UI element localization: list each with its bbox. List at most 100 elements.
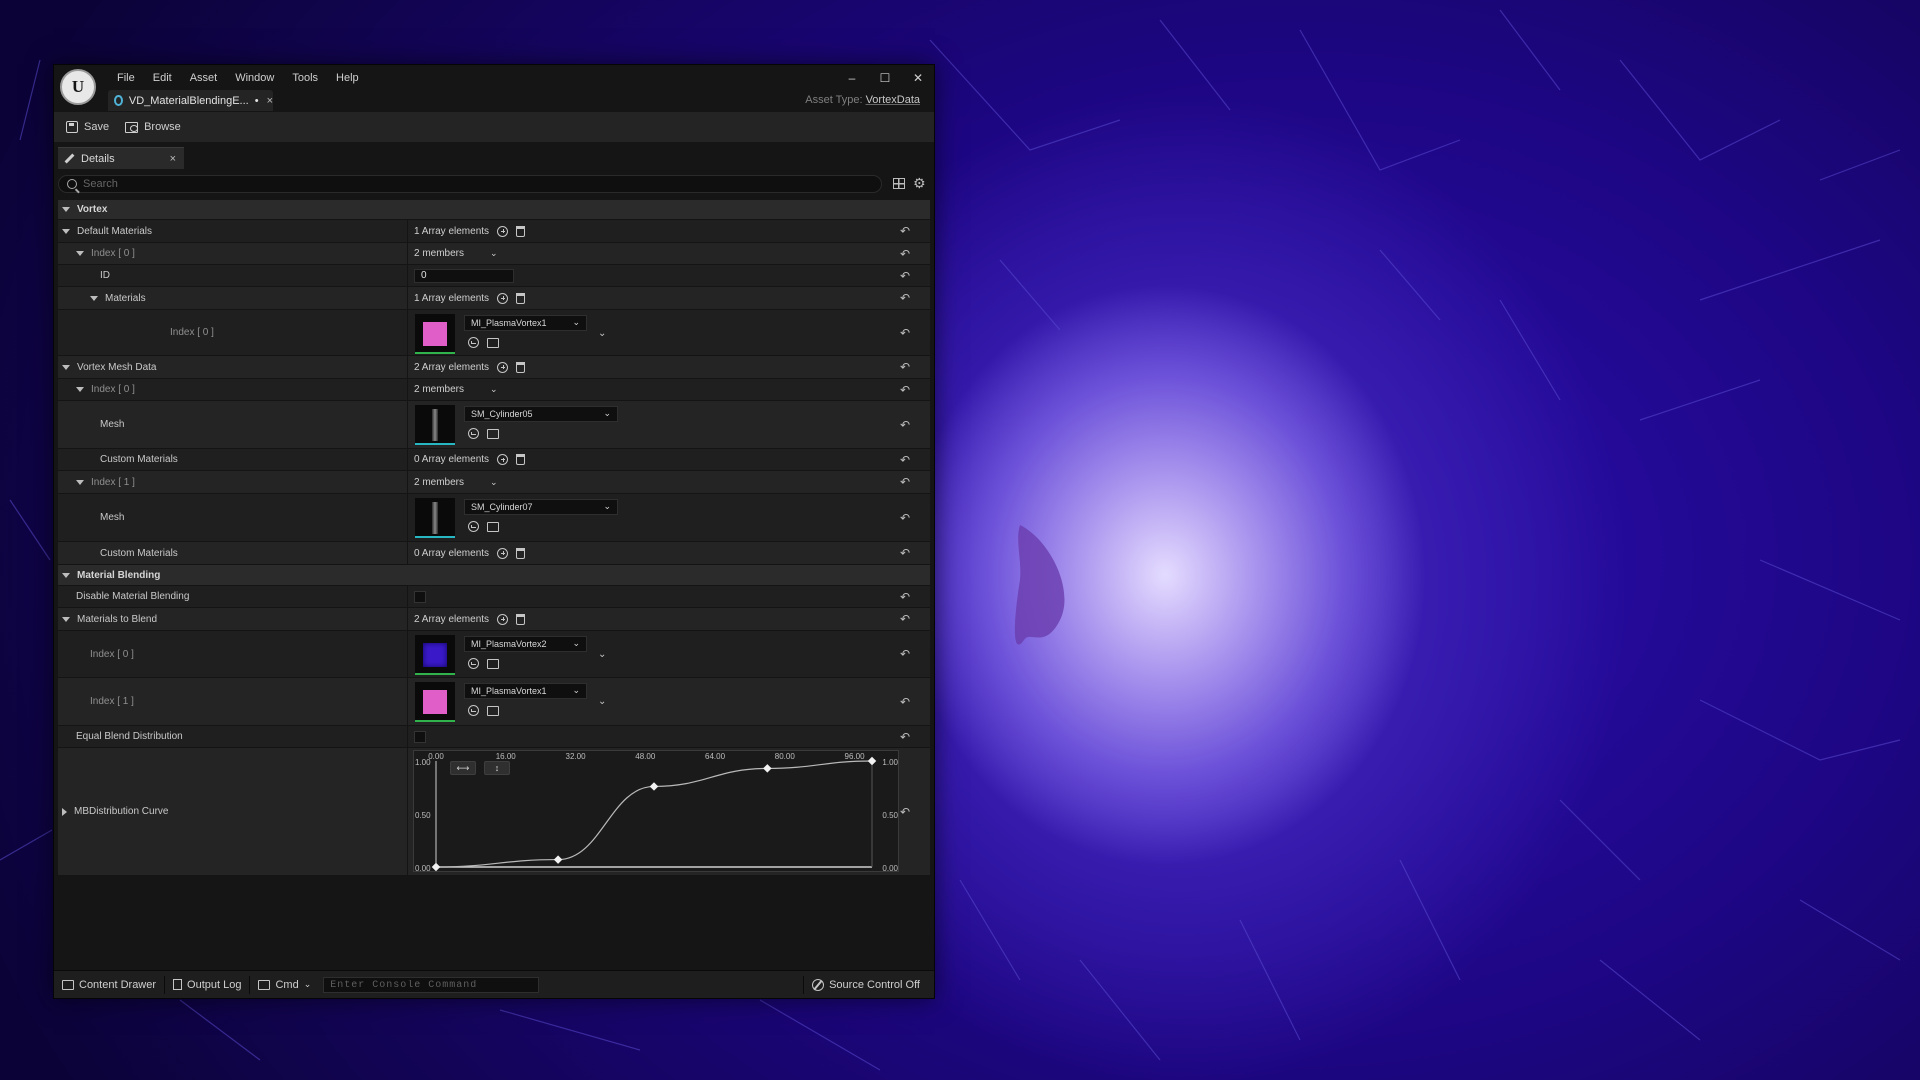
browse-asset-icon[interactable]	[487, 706, 499, 716]
browse-asset-icon[interactable]	[487, 338, 499, 348]
gear-icon[interactable]: ⚙	[913, 176, 927, 190]
property-matrix-icon[interactable]	[893, 178, 905, 189]
add-element-icon[interactable]	[497, 225, 509, 237]
chevron-down-icon[interactable]: ⌄	[490, 384, 498, 395]
asset-tab[interactable]: VD_MaterialBlendingE... • ×	[108, 90, 273, 111]
material-thumbnail[interactable]	[415, 682, 455, 722]
mesh-thumbnail[interactable]	[415, 405, 455, 445]
trash-icon[interactable]	[516, 613, 526, 625]
asset-picker[interactable]: MI_PlasmaVortex1 ⌄	[464, 683, 587, 699]
details-tab-close-icon[interactable]: ×	[170, 153, 176, 165]
expand-arrow-icon[interactable]	[62, 572, 70, 578]
menu-window[interactable]: Window	[226, 70, 283, 86]
equal-blend-checkbox[interactable]	[414, 730, 426, 743]
reset-icon[interactable]: ↶	[900, 326, 910, 340]
use-selected-icon[interactable]	[468, 705, 479, 716]
use-selected-icon[interactable]	[468, 658, 479, 669]
id-field[interactable]: 0	[414, 268, 514, 283]
add-element-icon[interactable]	[497, 454, 509, 465]
search-input[interactable]	[83, 178, 863, 190]
reset-icon[interactable]: ↶	[900, 360, 910, 374]
reset-icon[interactable]: ↶	[900, 590, 910, 604]
expand-arrow-icon[interactable]	[62, 807, 67, 816]
disable-blending-checkbox[interactable]	[414, 590, 426, 603]
use-selected-icon[interactable]	[468, 428, 479, 439]
asset-tab-close-icon[interactable]: ×	[267, 95, 273, 107]
trash-icon[interactable]	[516, 225, 526, 237]
add-element-icon[interactable]	[497, 547, 509, 559]
browse-button[interactable]: Browse	[125, 121, 181, 133]
maximize-icon[interactable]: ☐	[877, 71, 893, 85]
close-icon[interactable]: ✕	[910, 71, 926, 85]
asset-picker[interactable]: MI_PlasmaVortex2 ⌄	[464, 636, 587, 652]
reset-icon[interactable]: ↶	[900, 383, 910, 397]
cmd-dropdown[interactable]: Cmd ⌄	[250, 979, 319, 991]
reset-icon[interactable]: ↶	[900, 730, 910, 744]
details-tab[interactable]: Details ×	[58, 147, 184, 169]
expand-arrow-icon[interactable]	[76, 387, 84, 392]
expand-arrow-icon[interactable]	[90, 295, 98, 301]
output-log-button[interactable]: Output Log	[165, 979, 249, 991]
fit-vertical-icon[interactable]: ↕	[484, 761, 510, 775]
reset-icon[interactable]: ↶	[900, 647, 910, 661]
reset-icon[interactable]: ↶	[900, 291, 910, 305]
menu-help[interactable]: Help	[327, 70, 368, 86]
asset-picker[interactable]: MI_PlasmaVortex1 ⌄	[464, 315, 587, 331]
reset-icon[interactable]: ↶	[900, 511, 910, 525]
reset-icon[interactable]: ↶	[900, 805, 910, 819]
menu-asset[interactable]: Asset	[181, 70, 227, 86]
add-element-icon[interactable]	[497, 361, 509, 373]
reset-icon[interactable]: ↶	[900, 247, 910, 261]
menu-edit[interactable]: Edit	[144, 70, 181, 86]
material-thumbnail[interactable]	[415, 314, 455, 354]
add-element-icon[interactable]	[497, 613, 509, 625]
expand-arrow-icon[interactable]	[62, 207, 70, 212]
category-vortex[interactable]: Vortex	[58, 200, 930, 220]
curve-editor[interactable]: 0.00 16.00 32.00 48.00 64.00 80.00 96.00 1.00 1.…	[413, 750, 899, 873]
chevron-down-icon[interactable]: ⌄	[598, 649, 606, 660]
reset-icon[interactable]: ↶	[900, 453, 910, 467]
asset-picker[interactable]: SM_Cylinder05 ⌄	[464, 406, 618, 422]
reset-icon[interactable]: ↶	[900, 695, 910, 709]
console-command-input[interactable]	[324, 978, 539, 992]
chevron-down-icon[interactable]: ⌄	[490, 477, 498, 488]
category-material-blending[interactable]: Material Blending	[58, 565, 930, 586]
trash-icon[interactable]	[516, 292, 526, 304]
content-drawer-button[interactable]: Content Drawer	[54, 979, 164, 991]
fit-horizontal-icon[interactable]: ⟷	[450, 761, 476, 775]
add-element-icon[interactable]	[497, 292, 509, 304]
reset-icon[interactable]: ↶	[900, 418, 910, 432]
browse-asset-icon[interactable]	[487, 659, 499, 669]
reset-icon[interactable]: ↶	[900, 475, 910, 489]
material-thumbnail[interactable]	[415, 635, 455, 675]
chevron-down-icon[interactable]: ⌄	[598, 328, 606, 339]
reset-icon[interactable]: ↶	[900, 546, 910, 560]
asset-type-link[interactable]: VortexData	[866, 94, 920, 106]
expand-arrow-icon[interactable]	[62, 228, 70, 234]
menu-file[interactable]: File	[108, 70, 144, 86]
mesh-thumbnail[interactable]	[415, 498, 455, 538]
save-button[interactable]: Save	[66, 121, 109, 133]
unreal-logo-icon[interactable]: U	[60, 69, 96, 105]
trash-icon[interactable]	[516, 454, 526, 465]
expand-arrow-icon[interactable]	[62, 616, 70, 622]
chevron-down-icon[interactable]: ⌄	[598, 696, 606, 707]
trash-icon[interactable]	[516, 547, 526, 559]
use-selected-icon[interactable]	[468, 521, 479, 532]
trash-icon[interactable]	[516, 361, 526, 373]
reset-icon[interactable]: ↶	[900, 612, 910, 626]
minimize-icon[interactable]: –	[844, 71, 860, 85]
menu-tools[interactable]: Tools	[283, 70, 327, 86]
reset-icon[interactable]: ↶	[900, 269, 910, 283]
chevron-down-icon[interactable]: ⌄	[490, 248, 498, 259]
reset-icon[interactable]: ↶	[900, 224, 910, 238]
expand-arrow-icon[interactable]	[76, 251, 84, 256]
expand-arrow-icon[interactable]	[62, 364, 70, 370]
expand-arrow-icon[interactable]	[76, 479, 84, 485]
source-control-button[interactable]: Source Control Off	[804, 978, 934, 991]
source-control-label: Source Control Off	[829, 978, 920, 991]
browse-asset-icon[interactable]	[487, 522, 499, 532]
browse-asset-icon[interactable]	[487, 429, 499, 439]
use-selected-icon[interactable]	[468, 337, 479, 348]
asset-picker[interactable]: SM_Cylinder07 ⌄	[464, 499, 618, 515]
